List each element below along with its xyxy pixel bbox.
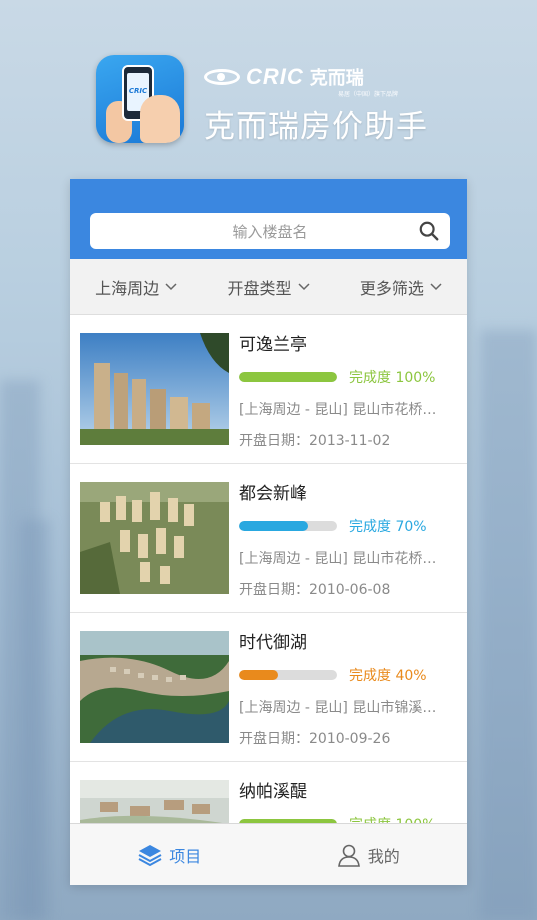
chevron-down-icon xyxy=(430,282,442,290)
project-photo xyxy=(80,631,229,743)
search-placeholder: 输入楼盘名 xyxy=(232,222,308,241)
completion-label: 完成度 100% xyxy=(349,370,436,386)
open-date: 开盘日期：2010-09-26 xyxy=(239,731,391,747)
bottom-tab-bar: 项目 我的 xyxy=(70,823,467,885)
project-address: [上海周边 - 昆山] 昆山市花桥… xyxy=(239,551,437,567)
project-name: 纳帕溪醍 xyxy=(239,782,307,802)
list-item[interactable]: 纳帕溪醍 完成度 100% xyxy=(70,762,467,823)
project-photo xyxy=(80,780,229,823)
project-list[interactable]: 可逸兰亭 完成度 100% [上海周边 - 昆山] 昆山市花桥… 开盘日期：20… xyxy=(70,315,467,823)
list-item[interactable]: 时代御湖 完成度 40% [上海周边 - 昆山] 昆山市锦溪… 开盘日期：201… xyxy=(70,613,467,762)
completion-progress: 完成度 100% xyxy=(239,367,455,387)
chevron-down-icon xyxy=(165,282,177,290)
filter-more[interactable]: 更多筛选 xyxy=(335,275,467,299)
project-address: [上海周边 - 昆山] 昆山市花桥… xyxy=(239,402,437,418)
project-address: [上海周边 - 昆山] 昆山市锦溪… xyxy=(239,700,437,716)
logo-subtitle: 易居（中国）旗下品牌 xyxy=(338,91,399,98)
user-icon xyxy=(337,844,360,867)
completion-label: 完成度 100% xyxy=(349,814,435,823)
layers-icon xyxy=(138,844,162,866)
completion-progress: 完成度 40% xyxy=(239,665,455,685)
open-date: 开盘日期：2013-11-02 xyxy=(239,433,391,449)
project-photo xyxy=(80,333,229,445)
completion-progress: 完成度 100% xyxy=(239,814,455,823)
search-input[interactable]: 输入楼盘名 xyxy=(90,213,450,249)
project-name: 都会新峰 xyxy=(239,484,307,504)
search-icon[interactable] xyxy=(418,220,440,242)
list-item[interactable]: 都会新峰 完成度 70% [上海周边 - 昆山] 昆山市花桥… 开盘日期：201… xyxy=(70,464,467,613)
completion-progress: 完成度 70% xyxy=(239,516,455,536)
filter-type[interactable]: 开盘类型 xyxy=(202,275,334,299)
chevron-down-icon xyxy=(297,282,310,290)
completion-label: 完成度 40% xyxy=(349,668,427,684)
project-photo xyxy=(80,482,229,594)
top-bar: 输入楼盘名 xyxy=(70,179,467,259)
project-name: 时代御湖 xyxy=(239,633,307,653)
promo-header: CRIC CRIC 克而瑞 易居（中国）旗下品牌 克而瑞房价助手 xyxy=(96,55,496,145)
tab-mine[interactable]: 我的 xyxy=(269,824,468,885)
eye-logo-icon xyxy=(204,69,240,85)
app-icon: CRIC xyxy=(96,55,184,143)
tab-projects[interactable]: 项目 xyxy=(70,824,269,885)
list-item[interactable]: 可逸兰亭 完成度 100% [上海周边 - 昆山] 昆山市花桥… 开盘日期：20… xyxy=(70,315,467,464)
project-name: 可逸兰亭 xyxy=(239,335,307,355)
brand: CRIC 克而瑞 易居（中国）旗下品牌 克而瑞房价助手 xyxy=(204,63,428,146)
completion-label: 完成度 70% xyxy=(349,519,427,535)
app-screen: 输入楼盘名 上海周边 开盘类型 更多筛选 可逸兰亭 完成度 100% [上海周边… xyxy=(70,179,467,885)
app-name: 克而瑞房价助手 xyxy=(204,109,428,145)
cric-logo: CRIC 克而瑞 xyxy=(204,63,428,91)
filter-bar: 上海周边 开盘类型 更多筛选 xyxy=(70,259,467,315)
app-icon-label: CRIC xyxy=(128,87,148,95)
filter-region[interactable]: 上海周边 xyxy=(70,275,202,299)
open-date: 开盘日期：2010-06-08 xyxy=(239,582,391,598)
